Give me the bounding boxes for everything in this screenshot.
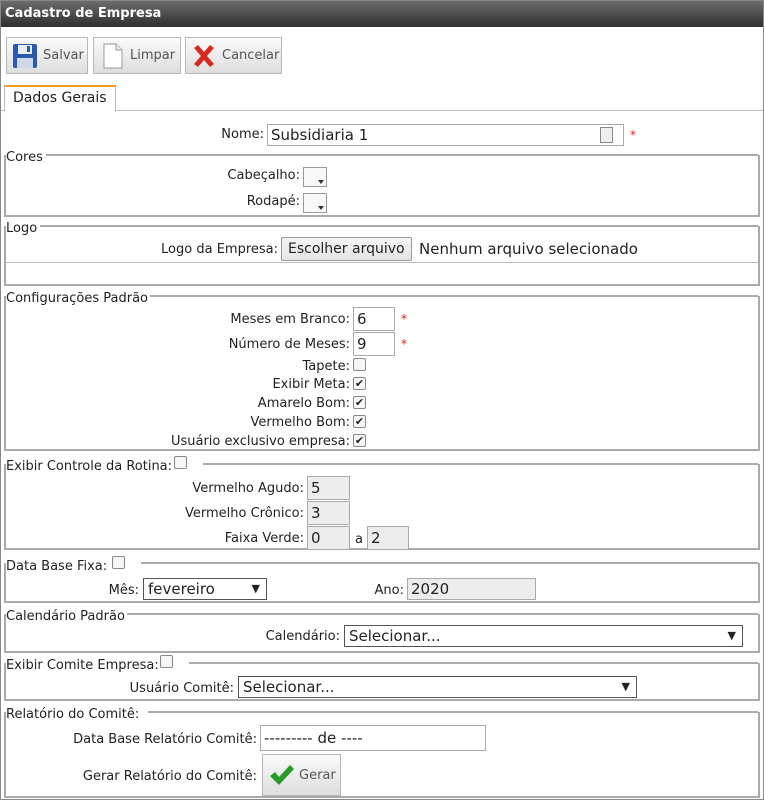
data-base-checkbox[interactable] <box>112 556 125 569</box>
tab-bar: Dados Gerais <box>1 83 763 112</box>
gerar-button[interactable]: Gerar <box>262 754 341 796</box>
comite-section-rule <box>189 662 758 664</box>
meses-branco-label: Meses em Branco: <box>230 312 350 327</box>
usuario-comite-label: Usuário Comitê: <box>129 681 234 696</box>
vermelho-agudo-value: 5 <box>307 476 350 500</box>
data-base-section-rule <box>141 562 758 564</box>
cancel-x-icon <box>190 42 218 70</box>
nome-label: Nome: <box>221 127 264 142</box>
nome-input[interactable]: Subsidiaria 1 <box>267 124 624 146</box>
chevron-down-icon: ▼ <box>251 582 260 595</box>
logo-divider <box>6 262 758 263</box>
relatorio-legend: Relatório do Comitê: <box>6 707 142 722</box>
tapete-label: Tapete: <box>302 359 350 374</box>
mes-select[interactable]: fevereiro ▼ <box>143 578 267 600</box>
numero-meses-label: Número de Meses: <box>228 337 350 352</box>
cores-section <box>4 154 760 217</box>
faixa-verde-separator: a <box>355 532 363 547</box>
company-form-window: Cadastro de Empresa Salvar Limpar Cancel… <box>0 0 764 800</box>
usuario-comite-select-value: Selecionar... <box>243 678 335 696</box>
ano-label: Ano: <box>374 583 404 598</box>
vermelho-cronico-label: Vermelho Crônico: <box>184 506 304 521</box>
rodape-color-picker[interactable] <box>303 193 327 213</box>
calendario-select[interactable]: Selecionar... ▼ <box>344 625 743 647</box>
numero-meses-required: * <box>401 337 407 351</box>
mes-label: Mês: <box>108 583 139 598</box>
meses-branco-input[interactable]: 6 <box>353 307 395 331</box>
amarelo-bom-checkbox[interactable]: ✔ <box>353 396 366 409</box>
config-section-rule <box>144 295 758 297</box>
data-base-relatorio-label: Data Base Relatório Comitê: <box>73 732 257 747</box>
calendario-label: Calendário: <box>265 629 340 644</box>
logo-legend: Logo <box>6 221 40 236</box>
toolbar: Salvar Limpar Cancelar <box>1 27 763 79</box>
choose-file-button[interactable]: Escolher arquivo <box>281 237 412 261</box>
numero-meses-input[interactable]: 9 <box>353 332 395 356</box>
rotina-legend: Exibir Controle da Rotina: <box>6 459 175 474</box>
window-title: Cadastro de Empresa <box>1 1 763 27</box>
cabecalho-color-picker[interactable] <box>303 167 327 187</box>
vermelho-agudo-label: Vermelho Agudo: <box>192 481 304 496</box>
vermelho-bom-label: Vermelho Bom: <box>250 415 350 430</box>
faixa-verde-to: 2 <box>367 526 409 550</box>
exibir-meta-label: Exibir Meta: <box>272 377 350 392</box>
tab-dados-gerais[interactable]: Dados Gerais <box>4 85 116 112</box>
usuario-exclusivo-checkbox[interactable]: ✔ <box>353 434 366 447</box>
gerar-relatorio-label: Gerar Relatório do Comitê: <box>82 769 257 784</box>
exibir-meta-checkbox[interactable]: ✔ <box>353 377 366 390</box>
data-base-relatorio-input[interactable]: --------- de ---- <box>260 725 486 751</box>
cancel-button[interactable]: Cancelar <box>185 37 282 74</box>
floppy-disk-icon <box>11 42 39 70</box>
checkmark-icon <box>267 761 295 789</box>
relatorio-section-rule <box>148 711 758 713</box>
usuario-comite-select[interactable]: Selecionar... ▼ <box>238 676 637 698</box>
blank-page-icon <box>98 42 126 70</box>
faixa-verde-from: 0 <box>307 526 350 550</box>
calendario-section-rule <box>123 613 758 615</box>
meses-branco-required: * <box>401 312 407 326</box>
amarelo-bom-label: Amarelo Bom: <box>257 396 350 411</box>
rotina-checkbox[interactable] <box>174 456 187 469</box>
comite-checkbox[interactable] <box>160 655 173 668</box>
rotina-section-rule <box>203 463 758 465</box>
rodape-label: Rodapé: <box>246 194 300 209</box>
comite-legend: Exibir Comite Empresa: <box>6 658 161 673</box>
mes-select-value: fevereiro <box>148 580 215 598</box>
logo-section-rule <box>40 225 758 227</box>
cancel-button-label: Cancelar <box>222 48 280 63</box>
chevron-down-icon: ▼ <box>621 680 630 693</box>
faixa-verde-label: Faixa Verde: <box>224 531 304 546</box>
clear-button[interactable]: Limpar <box>93 37 181 74</box>
tapete-checkbox[interactable] <box>353 358 366 371</box>
data-base-legend: Data Base Fixa: <box>6 559 110 574</box>
cores-section-rule <box>46 154 758 156</box>
nome-input-value: Subsidiaria 1 <box>271 126 369 144</box>
usuario-exclusivo-label: Usuário exclusivo empresa: <box>170 434 350 449</box>
logo-label: Logo da Empresa: <box>161 242 278 257</box>
save-button[interactable]: Salvar <box>6 37 88 74</box>
gerar-button-label: Gerar <box>299 767 336 783</box>
cabecalho-label: Cabeçalho: <box>227 168 300 183</box>
clear-button-label: Limpar <box>130 48 176 63</box>
config-legend: Configurações Padrão <box>6 291 151 306</box>
vermelho-cronico-value: 3 <box>307 501 350 525</box>
contact-card-icon[interactable] <box>600 127 613 143</box>
save-button-label: Salvar <box>43 48 84 63</box>
file-status: Nenhum arquivo selecionado <box>419 240 638 258</box>
nome-required-marker: * <box>630 128 636 142</box>
calendario-legend: Calendário Padrão <box>6 609 127 624</box>
calendario-select-value: Selecionar... <box>349 627 441 645</box>
vermelho-bom-checkbox[interactable]: ✔ <box>353 415 366 428</box>
ano-value: 2020 <box>407 578 536 600</box>
cores-legend: Cores <box>6 150 45 165</box>
chevron-down-icon: ▼ <box>727 629 736 642</box>
